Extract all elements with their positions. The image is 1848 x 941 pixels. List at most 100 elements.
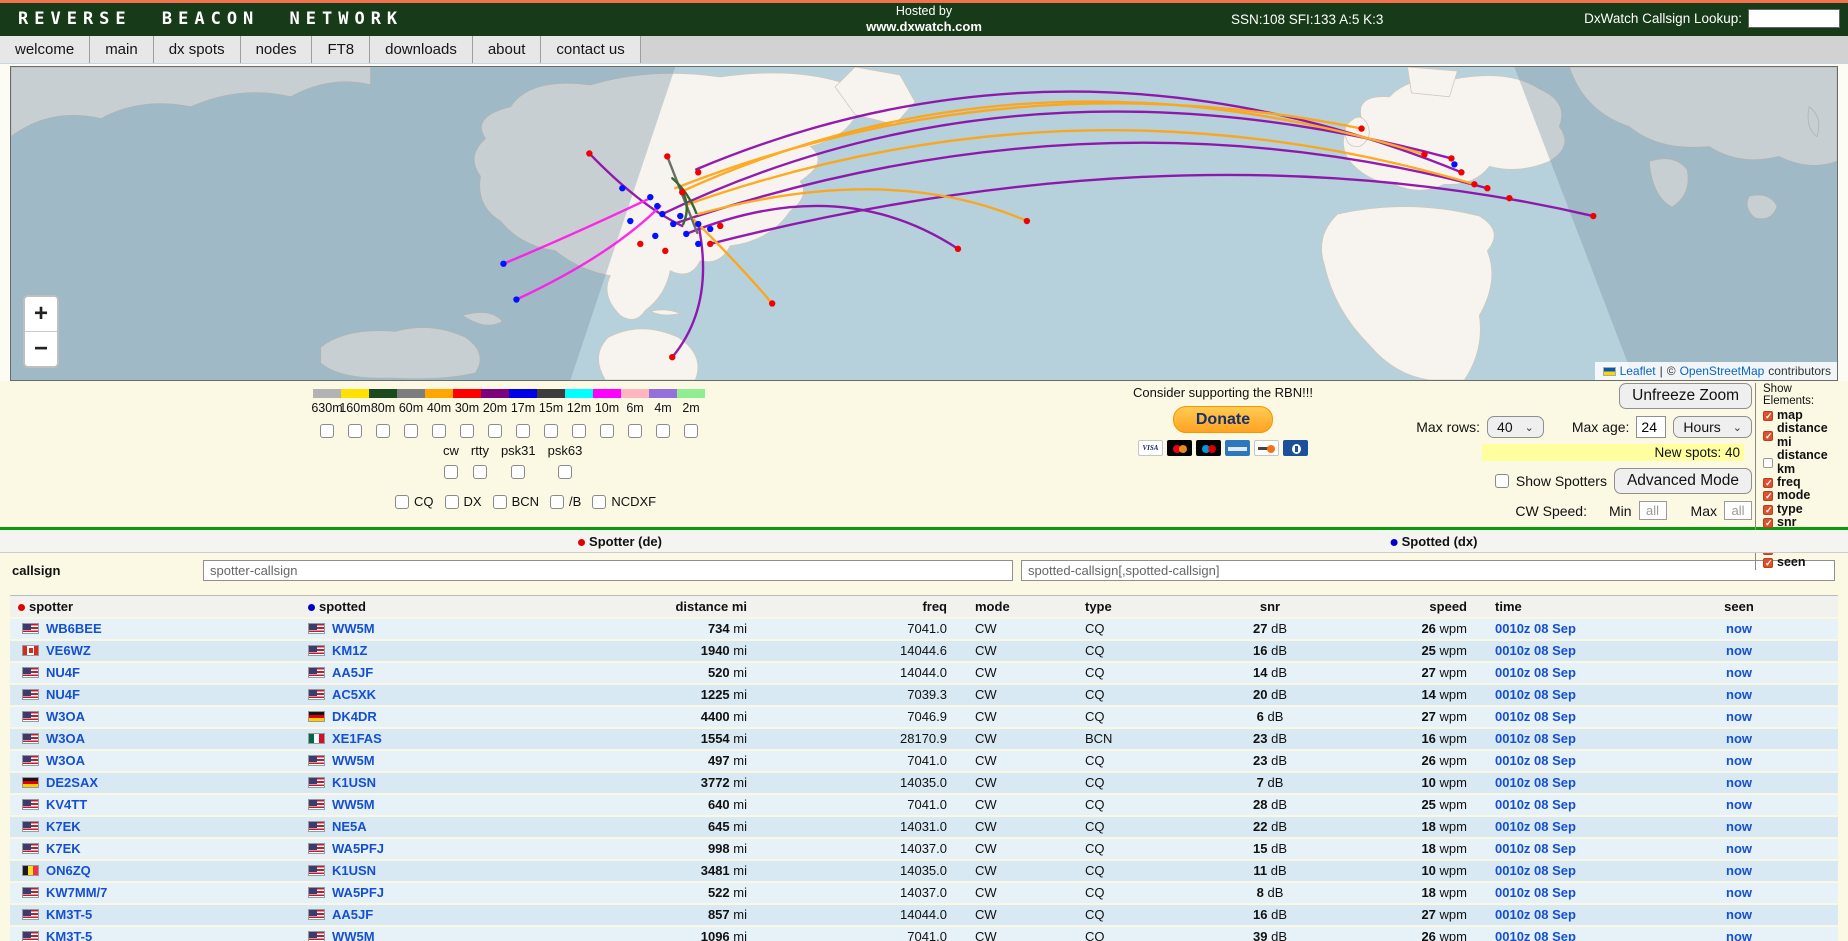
openstreetmap-link[interactable]: OpenStreetMap [1680, 364, 1765, 378]
element-checkbox[interactable] [1763, 505, 1773, 515]
spotter-callsign-link[interactable]: DE2SAX [46, 775, 98, 790]
seen-link[interactable]: now [1726, 665, 1752, 680]
mode-checkbox[interactable] [558, 465, 572, 479]
max-age-input[interactable] [1636, 416, 1666, 438]
band-checkbox[interactable] [488, 424, 502, 438]
nav-tab[interactable]: FT8 [312, 36, 370, 63]
spotted-callsign-link[interactable]: WA5PFJ [332, 841, 384, 856]
spotted-callsign-link[interactable]: KM1Z [332, 643, 367, 658]
advanced-mode-button[interactable]: Advanced Mode [1614, 468, 1752, 494]
spotted-callsign-link[interactable]: WW5M [332, 929, 375, 941]
show-spotters-checkbox[interactable] [1495, 474, 1509, 488]
time-link[interactable]: 0010z 08 Sep [1495, 665, 1576, 680]
time-link[interactable]: 0010z 08 Sep [1495, 929, 1576, 941]
band-checkbox[interactable] [656, 424, 670, 438]
nav-tab[interactable]: dx spots [154, 36, 241, 63]
spotter-callsign-link[interactable]: KW7MM/7 [46, 885, 107, 900]
map-zoom-in-button[interactable]: + [25, 297, 57, 331]
mode-checkbox[interactable] [511, 465, 525, 479]
spotted-callsign-link[interactable]: WA5PFJ [332, 885, 384, 900]
spotter-callsign-link[interactable]: W3OA [46, 709, 85, 724]
spotted-callsign-link[interactable]: WW5M [332, 753, 375, 768]
spotter-callsign-link[interactable]: KM3T-5 [46, 929, 92, 941]
nav-tab[interactable]: contact us [541, 36, 640, 63]
nav-tab[interactable]: downloads [370, 36, 473, 63]
time-link[interactable]: 0010z 08 Sep [1495, 643, 1576, 658]
band-checkbox[interactable] [432, 424, 446, 438]
donate-button[interactable]: Donate [1173, 406, 1273, 433]
band-checkbox[interactable] [404, 424, 418, 438]
cw-speed-min-input[interactable] [1639, 501, 1667, 520]
band-checkbox[interactable] [684, 424, 698, 438]
nav-tab[interactable]: welcome [0, 36, 90, 63]
time-link[interactable]: 0010z 08 Sep [1495, 621, 1576, 636]
spotter-callsign-link[interactable]: NU4F [46, 665, 80, 680]
spotted-callsign-link[interactable]: K1USN [332, 775, 376, 790]
seen-link[interactable]: now [1726, 687, 1752, 702]
seen-link[interactable]: now [1726, 731, 1752, 746]
spotter-callsign-link[interactable]: VE6WZ [46, 643, 91, 658]
element-checkbox[interactable] [1763, 478, 1773, 488]
band-checkbox[interactable] [600, 424, 614, 438]
seen-link[interactable]: now [1726, 929, 1752, 941]
seen-link[interactable]: now [1726, 797, 1752, 812]
seen-link[interactable]: now [1726, 819, 1752, 834]
time-link[interactable]: 0010z 08 Sep [1495, 687, 1576, 702]
time-link[interactable]: 0010z 08 Sep [1495, 819, 1576, 834]
seen-link[interactable]: now [1726, 841, 1752, 856]
seen-link[interactable]: now [1726, 753, 1752, 768]
element-checkbox[interactable] [1763, 458, 1773, 468]
band-checkbox[interactable] [544, 424, 558, 438]
spotted-callsign-input[interactable] [1021, 560, 1835, 581]
spotter-callsign-link[interactable]: K7EK [46, 841, 81, 856]
band-checkbox[interactable] [628, 424, 642, 438]
spotted-callsign-link[interactable]: DK4DR [332, 709, 377, 724]
seen-link[interactable]: now [1726, 885, 1752, 900]
spotter-callsign-link[interactable]: WB6BEE [46, 621, 102, 636]
time-link[interactable]: 0010z 08 Sep [1495, 841, 1576, 856]
band-checkbox[interactable] [572, 424, 586, 438]
type-checkbox[interactable] [550, 495, 564, 509]
spotter-callsign-link[interactable]: W3OA [46, 753, 85, 768]
time-link[interactable]: 0010z 08 Sep [1495, 753, 1576, 768]
seen-link[interactable]: now [1726, 621, 1752, 636]
spotter-callsign-link[interactable]: KM3T-5 [46, 907, 92, 922]
map[interactable]: + − Leaflet | © OpenStreetMap contributo… [10, 66, 1838, 381]
time-link[interactable]: 0010z 08 Sep [1495, 885, 1576, 900]
element-checkbox[interactable] [1763, 411, 1773, 421]
map-zoom-out-button[interactable]: − [25, 332, 57, 366]
spotted-callsign-link[interactable]: WW5M [332, 621, 375, 636]
band-checkbox[interactable] [376, 424, 390, 438]
nav-tab[interactable]: nodes [241, 36, 313, 63]
band-checkbox[interactable] [320, 424, 334, 438]
spotter-callsign-link[interactable]: W3OA [46, 731, 85, 746]
unfreeze-zoom-button[interactable]: Unfreeze Zoom [1619, 383, 1752, 409]
spotted-callsign-link[interactable]: WW5M [332, 797, 375, 812]
spotted-callsign-link[interactable]: NE5A [332, 819, 367, 834]
type-checkbox[interactable] [445, 495, 459, 509]
type-checkbox[interactable] [395, 495, 409, 509]
spotted-callsign-link[interactable]: XE1FAS [332, 731, 382, 746]
mode-checkbox[interactable] [473, 465, 487, 479]
band-checkbox[interactable] [348, 424, 362, 438]
time-link[interactable]: 0010z 08 Sep [1495, 731, 1576, 746]
type-checkbox[interactable] [493, 495, 507, 509]
spotted-callsign-link[interactable]: K1USN [332, 863, 376, 878]
spotter-callsign-link[interactable]: KV4TT [46, 797, 87, 812]
callsign-lookup-input[interactable] [1748, 9, 1840, 28]
time-link[interactable]: 0010z 08 Sep [1495, 775, 1576, 790]
seen-link[interactable]: now [1726, 643, 1752, 658]
element-checkbox[interactable] [1763, 518, 1773, 528]
seen-link[interactable]: now [1726, 907, 1752, 922]
seen-link[interactable]: now [1726, 709, 1752, 724]
element-checkbox[interactable] [1763, 431, 1773, 441]
leaflet-link[interactable]: Leaflet [1620, 364, 1656, 378]
seen-link[interactable]: now [1726, 863, 1752, 878]
time-link[interactable]: 0010z 08 Sep [1495, 709, 1576, 724]
time-link[interactable]: 0010z 08 Sep [1495, 863, 1576, 878]
nav-tab[interactable]: main [90, 36, 154, 63]
max-rows-select[interactable]: 40 ⌄ [1487, 416, 1544, 438]
spotter-callsign-link[interactable]: NU4F [46, 687, 80, 702]
time-link[interactable]: 0010z 08 Sep [1495, 797, 1576, 812]
spotted-callsign-link[interactable]: AA5JF [332, 665, 373, 680]
